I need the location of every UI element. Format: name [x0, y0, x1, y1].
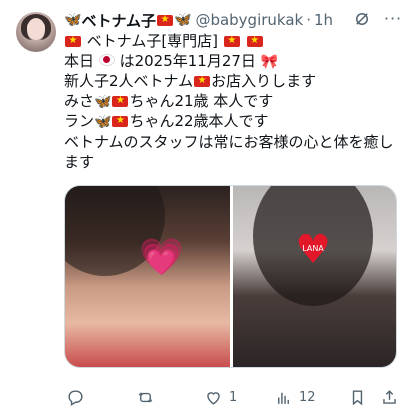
heart-sticker: 💗 [139, 237, 184, 278]
vietnam-flag-icon [65, 33, 81, 49]
text-line-2: 本日 は2025年11月27日 🎀 [64, 51, 279, 70]
ribbon-icon: 🎀 [260, 53, 279, 70]
vietnam-flag-icon [246, 33, 263, 49]
retweet-icon [138, 392, 153, 402]
tweet-text: ベトナム子[専門店] 本日 は2025年11月27日 🎀 新人子2人ベトナムお店… [64, 32, 406, 172]
text-line-4: みさ🦋ちゃん21歳 本人です [64, 92, 406, 113]
photo-left[interactable]: 💗 [65, 186, 230, 367]
photo-right[interactable]: ♥ LANA [233, 186, 396, 367]
heart-label: LANA [302, 244, 324, 253]
text-line-6: ベトナムのスタッフは常にお客様の心と体を癒します [64, 132, 394, 171]
butterfly-icon: 🦋 [64, 12, 82, 28]
tweet-header: 🦋 ベトナム子 🦋 @babygirukak · 1h [64, 10, 333, 30]
butterfly-icon: 🦋 [94, 93, 112, 110]
bookmark-button[interactable] [348, 384, 367, 410]
action-bar: 1 12 [58, 384, 408, 410]
avatar-face [27, 18, 45, 40]
like-button[interactable]: 1 [204, 384, 237, 410]
media-grid[interactable]: 💗 ♥ LANA [64, 185, 397, 368]
butterfly-icon: 🦋 [94, 114, 112, 131]
vietnam-flag-icon [112, 113, 129, 129]
avatar[interactable] [16, 12, 56, 52]
grok-icon[interactable] [352, 10, 372, 30]
timestamp[interactable]: 1h [314, 11, 333, 29]
bookmark-icon [352, 389, 363, 405]
vietnam-flag-icon [157, 12, 173, 28]
butterfly-icon: 🦋 [174, 12, 192, 28]
display-name[interactable]: ベトナム子 [81, 10, 156, 31]
vietnam-flag-icon [194, 73, 211, 89]
views-icon [278, 392, 289, 404]
reply-button[interactable] [66, 384, 91, 410]
like-icon [207, 391, 220, 405]
handle[interactable]: @babygirukak [195, 11, 303, 29]
share-button[interactable] [380, 384, 399, 410]
vietnam-flag-icon [223, 33, 240, 49]
text-line-3: 新人子2人ベトナムお店入りします [64, 72, 406, 92]
heart-sticker: ♥ LANA [293, 230, 333, 270]
reply-icon [68, 389, 83, 406]
text-line-5: ラン🦋ちゃん22歳本人です [64, 112, 406, 133]
views-button[interactable]: 12 [274, 384, 316, 410]
vietnam-flag-icon [112, 93, 129, 109]
tweet[interactable]: 🦋 ベトナム子 🦋 @babygirukak · 1h ··· ベトナム子[専門… [0, 0, 414, 420]
retweet-button[interactable] [136, 384, 161, 410]
share-icon [383, 389, 396, 404]
separator: · [306, 11, 311, 29]
more-icon[interactable]: ··· [382, 8, 404, 30]
text-line-1: ベトナム子[専門店] [64, 32, 406, 52]
japan-flag-icon [98, 53, 115, 66]
